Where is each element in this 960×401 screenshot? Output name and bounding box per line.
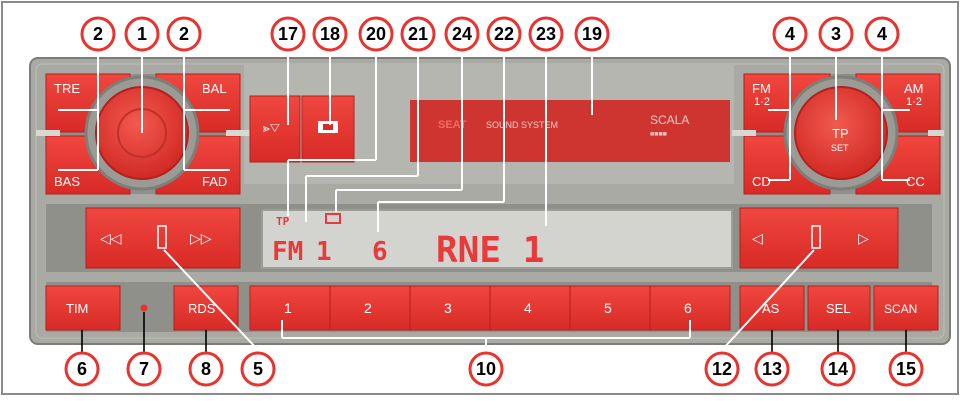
preset-buttons: 1 2 3 4 5 6 — [249, 285, 731, 331]
rds-label: RDS — [188, 301, 216, 316]
tre-label: TRE — [54, 81, 80, 96]
preset-label-6: 6 — [684, 300, 692, 316]
left-notch — [36, 130, 60, 136]
fm-sublabel: 1·2 — [754, 96, 770, 108]
callout-13: 13 — [762, 359, 782, 379]
fm-label: FM — [752, 81, 771, 96]
callout-6: 6 — [77, 359, 87, 379]
callout-17: 17 — [278, 24, 298, 44]
callout-2a: 2 — [93, 24, 103, 44]
callout-15: 15 — [896, 359, 916, 379]
callout-3: 3 — [831, 24, 841, 44]
callout-12: 12 — [712, 359, 732, 379]
am-sublabel: 1·2 — [906, 96, 922, 108]
callout-23: 23 — [536, 24, 556, 44]
scala-sublabel: ■■■■ — [650, 131, 667, 138]
preset-label-1: 1 — [284, 300, 292, 316]
callout-4a: 4 — [785, 24, 795, 44]
preset-label-4: 4 — [524, 300, 532, 316]
bas-label: BAS — [54, 174, 80, 189]
seek-right-button[interactable] — [739, 207, 899, 269]
tp-sublabel: SET — [831, 143, 849, 153]
display-tp: TP — [276, 215, 290, 228]
callout-18: 18 — [320, 24, 340, 44]
radio-diagram: TRE BAL BAS FAD ⪢▽ SEAT SOUND SYSTEM SCA… — [0, 0, 960, 396]
right-notch — [732, 130, 756, 136]
callout-20: 20 — [366, 24, 386, 44]
sel-label: SEL — [826, 301, 851, 316]
brand-panel — [410, 100, 730, 162]
callout-5: 5 — [253, 359, 263, 379]
radio-diagram-svg: TRE BAL BAS FAD ⪢▽ SEAT SOUND SYSTEM SCA… — [1, 1, 959, 395]
sound-system-label: SOUND SYSTEM — [486, 120, 558, 130]
callout-4b: 4 — [877, 24, 887, 44]
tape-eject-icon: ⪢▽ — [262, 121, 280, 135]
cd-label: CD — [752, 174, 771, 189]
display-preset: 6 — [372, 237, 388, 267]
tune-back-icon: ◁ — [752, 230, 763, 246]
callout-2b: 2 — [179, 24, 189, 44]
am-label: AM — [904, 81, 924, 96]
callout-22: 22 — [494, 24, 514, 44]
preset-label-5: 5 — [604, 300, 612, 316]
bal-label: BAL — [202, 81, 227, 96]
left-notch-right — [226, 130, 250, 136]
preset-label-2: 2 — [364, 300, 372, 316]
seek-forward-icon: ▷▷ — [190, 230, 212, 246]
callout-14: 14 — [828, 359, 848, 379]
fad-label: FAD — [202, 174, 227, 189]
callout-8: 8 — [201, 359, 211, 379]
right-knob-cluster: FM 1·2 AM 1·2 CD CC TP SET — [732, 73, 944, 195]
scala-label: SCALA — [650, 113, 689, 127]
cc-label: CC — [906, 174, 925, 189]
seek-back-icon: ◁◁ — [100, 230, 122, 246]
theft-indicator-led — [140, 304, 148, 312]
callout-19: 19 — [582, 24, 602, 44]
display-station: RNE 1 — [436, 230, 544, 271]
tune-forward-icon: ▷ — [858, 230, 869, 246]
right-notch-right — [928, 130, 944, 136]
callout-7: 7 — [139, 359, 149, 379]
preset-label-3: 3 — [444, 300, 452, 316]
tape-icon-window — [323, 124, 333, 130]
display-band: FM — [272, 237, 303, 267]
display-bank: 1 — [316, 237, 332, 267]
tp-label: TP — [832, 126, 849, 141]
callout-21: 21 — [408, 24, 428, 44]
scan-label: SCAN — [884, 302, 917, 316]
tim-label: TIM — [66, 301, 88, 316]
callout-10: 10 — [476, 359, 496, 379]
callout-1: 1 — [137, 24, 147, 44]
callout-24: 24 — [452, 24, 472, 44]
